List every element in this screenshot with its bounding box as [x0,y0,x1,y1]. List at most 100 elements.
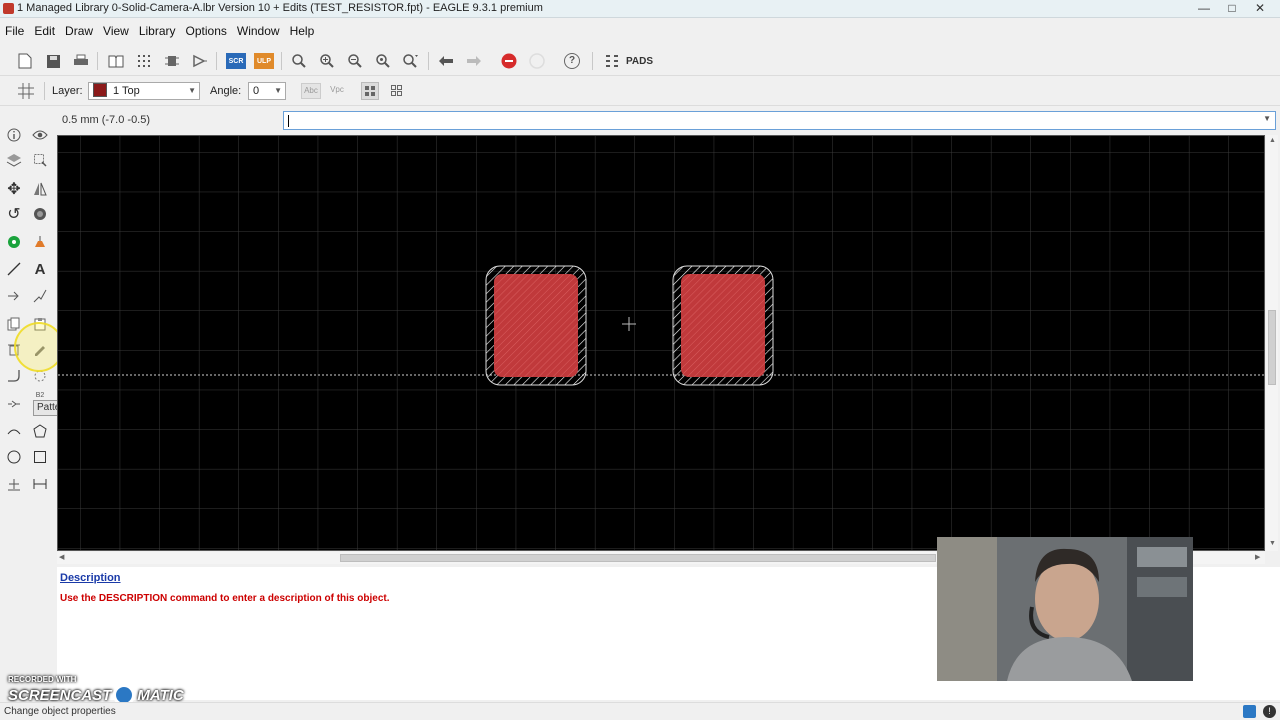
group-icon[interactable] [30,204,50,224]
layer-select[interactable]: 1 Top ▼ [88,82,200,100]
scroll-up-icon[interactable]: ▲ [1269,137,1276,144]
print-icon[interactable] [71,52,91,70]
coordinate-readout: 0.5 mm (-7.0 -0.5) [62,114,151,126]
text-orientation-button[interactable]: Abc [301,83,321,99]
grid-icon[interactable] [16,82,36,100]
angle-select[interactable]: 0 ▼ [248,82,286,100]
stop-icon[interactable] [499,52,519,70]
split-icon[interactable] [30,286,50,306]
scroll-down-icon[interactable]: ▼ [1269,540,1276,547]
minimize-button[interactable]: — [1190,0,1218,18]
show-eye-icon[interactable] [30,125,50,145]
maximize-button[interactable]: □ [1218,0,1246,18]
menu-window[interactable]: Window [232,22,285,40]
angle-label: Angle: [210,85,242,97]
open-library-icon[interactable] [106,52,126,70]
rotate-icon[interactable]: ↺ [4,204,24,224]
info-icon[interactable] [4,125,24,145]
vertical-scroll-thumb[interactable] [1268,310,1276,385]
drawing-canvas[interactable] [57,135,1265,551]
canvas-drawing [58,136,1264,550]
go-icon[interactable] [527,52,547,70]
layer-label: Layer: [52,85,83,97]
menu-library[interactable]: Library [134,22,181,40]
menu-help[interactable]: Help [285,22,320,40]
layer-color-swatch [93,83,107,97]
dimension-icon[interactable] [30,474,50,494]
description-link[interactable]: Description [60,572,121,584]
menu-edit[interactable]: Edit [29,22,60,40]
smd-pad-icon[interactable] [4,232,24,252]
chevron-down-icon: ▼ [274,86,282,95]
main-toolbar: SCR ULP ? PADS [0,46,1280,76]
chevron-down-icon[interactable]: ▼ [1263,114,1271,123]
ulp-run-button[interactable]: ULP [253,52,275,70]
help-icon[interactable]: ? [562,52,582,70]
scroll-right-icon[interactable]: ▶ [1255,553,1260,561]
mark-icon[interactable] [30,150,50,170]
horizontal-scroll-thumb[interactable] [340,554,936,562]
b2-label: B2 [35,391,45,399]
command-line-input[interactable]: ▼ [283,111,1276,130]
watermark-line1: RECORDED WITH [8,675,77,684]
circle-icon[interactable] [4,447,24,467]
miter-icon[interactable] [4,366,24,386]
change-icon[interactable] [4,286,24,306]
window-title: 1 Managed Library 0-Solid-Camera-A.lbr V… [17,2,543,14]
pads-icon[interactable] [602,52,622,70]
watermark-line3: MATIC [137,686,184,704]
mirror-icon[interactable] [30,179,50,199]
symbol-icon[interactable] [190,52,210,70]
pad-left[interactable] [485,265,587,386]
menu-options[interactable]: Options [181,22,232,40]
move-icon[interactable]: ✥ [4,179,24,199]
scroll-left-icon[interactable]: ◀ [59,553,64,561]
angle-value: 0 [253,85,260,97]
polygon-icon[interactable] [30,421,50,441]
layers-icon[interactable] [4,150,24,170]
pattern-mode-a-icon[interactable] [361,82,379,100]
status-bar: Change object properties ! [0,702,1280,720]
app-icon [3,3,14,14]
text-icon[interactable]: A [30,259,50,279]
menu-file[interactable]: File [0,22,29,40]
menu-bar: File Edit Draw View Library Options Window Help [0,22,1280,42]
notification-icon[interactable] [1243,705,1256,718]
menu-view[interactable]: View [98,22,134,40]
stop-command-icon[interactable]: ! [1263,705,1276,718]
parameter-toolbar: Layer: 1 Top ▼ Angle: 0 ▼ Abc Vpc [0,78,1280,106]
pattern-icon[interactable] [4,394,24,414]
line-icon[interactable] [4,259,24,279]
text-cursor [288,115,289,127]
text-vertical-button[interactable]: Vpc [327,83,347,99]
zoom-select-icon[interactable] [401,52,421,70]
pad-right[interactable] [672,265,774,386]
close-button[interactable]: ✕ [1246,0,1274,18]
new-file-icon[interactable] [15,52,35,70]
scr-script-button[interactable]: SCR [225,52,247,70]
rectangle-icon[interactable] [30,447,50,467]
webcam-overlay [937,537,1193,681]
chevron-down-icon: ▼ [188,86,196,95]
menu-draw[interactable]: Draw [60,22,98,40]
layer-value: 1 Top [113,85,140,97]
zoom-fit-icon[interactable] [289,52,309,70]
save-icon[interactable] [43,52,63,70]
hole-icon[interactable] [4,474,24,494]
grid-dots-icon[interactable] [134,52,154,70]
vertical-scrollbar[interactable]: ▲ ▼ [1266,135,1278,551]
paste-icon[interactable] [30,232,50,252]
description-text: Use the DESCRIPTION command to enter a d… [60,593,390,604]
zoom-redraw-icon[interactable] [373,52,393,70]
arc-icon[interactable] [4,421,24,441]
zoom-in-icon[interactable] [317,52,337,70]
undo-icon[interactable] [436,52,456,70]
pattern-mode-b-icon[interactable] [388,82,406,100]
pads-label[interactable]: PADS [626,56,653,67]
package-icon[interactable] [162,52,182,70]
redo-icon[interactable] [464,52,484,70]
zoom-out-icon[interactable] [345,52,365,70]
title-bar: 1 Managed Library 0-Solid-Camera-A.lbr V… [0,0,1280,18]
watermark-line2: SCREENCAST [8,686,112,704]
status-text: Change object properties [4,706,116,717]
